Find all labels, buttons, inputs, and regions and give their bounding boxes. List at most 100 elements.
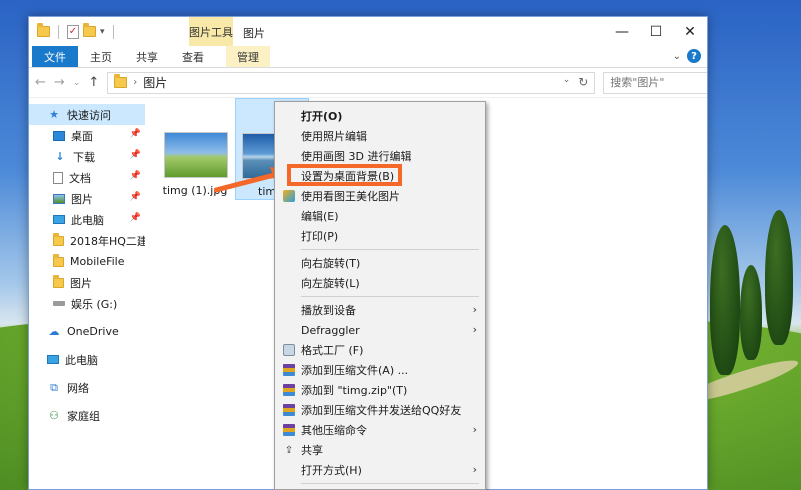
refresh-icon[interactable]: ↻ (578, 75, 588, 89)
nav-this-pc[interactable]: 此电脑 (29, 349, 145, 370)
folder-icon (53, 253, 64, 267)
menu-item-label: 格式工厂 (F) (301, 344, 364, 357)
up-arrow-icon[interactable]: ↑ (88, 75, 99, 90)
pin-icon[interactable]: 📌 (130, 171, 141, 181)
menu-item-label: 向右旋转(T) (301, 257, 361, 270)
menu-item-share[interactable]: ⇪ 共享 (275, 440, 485, 460)
address-dropdown-icon[interactable]: ⌄ (563, 75, 571, 85)
tab-home[interactable]: 主页 (78, 46, 124, 67)
menu-item-edit-with-paint3d[interactable]: 使用画图 3D 进行编辑 (275, 146, 485, 166)
nav-folder-pictures[interactable]: 图片 (29, 272, 145, 293)
rar-icon (283, 364, 295, 376)
tab-file[interactable]: 文件 (32, 46, 78, 67)
menu-item-edit[interactable]: 编辑(E) (275, 206, 485, 226)
help-icon[interactable]: ? (687, 49, 701, 63)
nav-network[interactable]: ⧉ 网络 (29, 377, 145, 398)
image-viewer-icon (283, 190, 295, 202)
recent-locations-icon[interactable]: ⌄ (73, 78, 81, 88)
menu-item-other-archive-commands[interactable]: 其他压缩命令 › (275, 420, 485, 440)
nav-this-pc-pinned[interactable]: 此电脑 📌 (29, 209, 145, 230)
breadcrumb-separator: › (133, 77, 138, 88)
folder-icon (53, 232, 64, 246)
menu-item-open-with[interactable]: 打开方式(H) › (275, 460, 485, 480)
tab-share[interactable]: 共享 (124, 46, 170, 67)
menu-item-add-to-zip[interactable]: 添加到 "timg.zip"(T) (275, 380, 485, 400)
menu-item-add-to-archive[interactable]: 添加到压缩文件(A) ... (275, 360, 485, 380)
nav-onedrive[interactable]: ☁ OneDrive (29, 321, 145, 342)
menu-item-beautify-image[interactable]: 使用看图王美化图片 (275, 186, 485, 206)
minimize-button[interactable]: — (605, 17, 639, 46)
pin-icon[interactable]: 📌 (130, 150, 141, 160)
search-input[interactable] (610, 76, 707, 89)
menu-item-label: 添加到 "timg.zip"(T) (301, 384, 408, 397)
menu-item-rotate-left[interactable]: 向左旋转(L) (275, 273, 485, 293)
search-box[interactable]: ⌕ (603, 71, 707, 94)
nav-pictures[interactable]: 图片 📌 (29, 188, 145, 209)
wallpaper-tree (740, 265, 762, 360)
nav-label: 快速访问 (67, 108, 111, 122)
star-icon: ★ (49, 108, 59, 121)
menu-item-label: 添加到压缩文件(A) ... (301, 364, 409, 377)
pin-icon[interactable]: 📌 (130, 129, 141, 139)
nav-label: OneDrive (67, 325, 119, 338)
format-factory-icon (283, 344, 295, 356)
menu-item-label: 打开方式(H) (301, 464, 362, 477)
expand-ribbon-icon[interactable]: ⌄ (673, 51, 681, 62)
menu-item-format-factory[interactable]: 格式工厂 (F) (275, 340, 485, 360)
menu-item-archive-and-send-qq[interactable]: 添加到压缩文件并发送给QQ好友 (275, 400, 485, 420)
cloud-icon: ☁ (48, 325, 60, 338)
maximize-button[interactable]: ☐ (639, 17, 673, 46)
computer-icon (53, 215, 65, 224)
menu-item-label: 添加到压缩文件并发送给QQ好友 (301, 404, 462, 417)
nav-label: 下载 (73, 150, 95, 164)
back-arrow-icon[interactable]: ← (35, 75, 46, 90)
nav-quick-access[interactable]: ★ 快速访问 (29, 104, 145, 125)
close-button[interactable]: ✕ (673, 17, 707, 46)
nav-label: 家庭组 (67, 409, 100, 423)
properties-icon[interactable]: ✓ (67, 24, 79, 39)
menu-item-open[interactable]: 打开(O) (275, 106, 485, 126)
wallpaper-tree (710, 225, 740, 375)
tab-view[interactable]: 查看 (170, 46, 216, 67)
menu-item-print[interactable]: 打印(P) (275, 226, 485, 246)
nav-folder-2018[interactable]: 2018年HQ二建公路 (29, 230, 145, 251)
breadcrumb-pictures[interactable]: 图片 (143, 74, 167, 91)
menu-item-label: 编辑(E) (301, 210, 339, 223)
wallpaper-tree (765, 210, 793, 345)
toolbar-divider (58, 24, 59, 39)
tab-manage[interactable]: 管理 (226, 46, 270, 67)
document-icon (53, 171, 63, 184)
menu-item-edit-with-photos[interactable]: 使用照片编辑 (275, 126, 485, 146)
menu-separator (301, 483, 479, 484)
nav-homegroup[interactable]: ⚇ 家庭组 (29, 405, 145, 426)
menu-item-defraggler[interactable]: Defraggler › (275, 320, 485, 340)
nav-label: 图片 (70, 276, 92, 290)
rar-icon (283, 384, 295, 396)
context-menu: 打开(O) 使用照片编辑 使用画图 3D 进行编辑 设置为桌面背景(B) 使用看… (274, 101, 486, 490)
menu-item-cast-to-device[interactable]: 播放到设备 › (275, 300, 485, 320)
pin-icon[interactable]: 📌 (130, 213, 141, 223)
menu-item-label: 其他压缩命令 (301, 424, 367, 437)
nav-desktop[interactable]: 桌面 📌 (29, 125, 145, 146)
address-bar[interactable]: › 图片 ⌄ ↻ (107, 71, 596, 94)
menu-item-label: 打开(O) (301, 110, 343, 123)
nav-downloads[interactable]: ↓ 下载 📌 (29, 146, 145, 167)
ribbon-right-controls: ⌄ ? (673, 49, 701, 63)
nav-folder-mobilefile[interactable]: MobileFile (29, 251, 145, 272)
chevron-right-icon: › (472, 463, 477, 476)
pin-icon[interactable]: 📌 (130, 192, 141, 202)
menu-item-label: Defraggler (301, 323, 360, 337)
nav-drive-g[interactable]: 娱乐 (G:) (29, 293, 145, 314)
nav-documents[interactable]: 文档 📌 (29, 167, 145, 188)
menu-item-label: 使用画图 3D 进行编辑 (301, 150, 412, 163)
homegroup-icon: ⚇ (49, 409, 59, 422)
nav-label: 娱乐 (G:) (71, 297, 118, 311)
share-icon: ⇪ (284, 444, 294, 456)
menu-item-label: 使用照片编辑 (301, 130, 367, 143)
folder-icon (53, 274, 64, 288)
customize-toolbar-icon[interactable]: ▾ (100, 27, 105, 37)
forward-arrow-icon[interactable]: → (54, 75, 65, 90)
new-folder-icon[interactable] (83, 23, 96, 37)
menu-item-rotate-right[interactable]: 向右旋转(T) (275, 253, 485, 273)
folder-icon (114, 74, 128, 88)
